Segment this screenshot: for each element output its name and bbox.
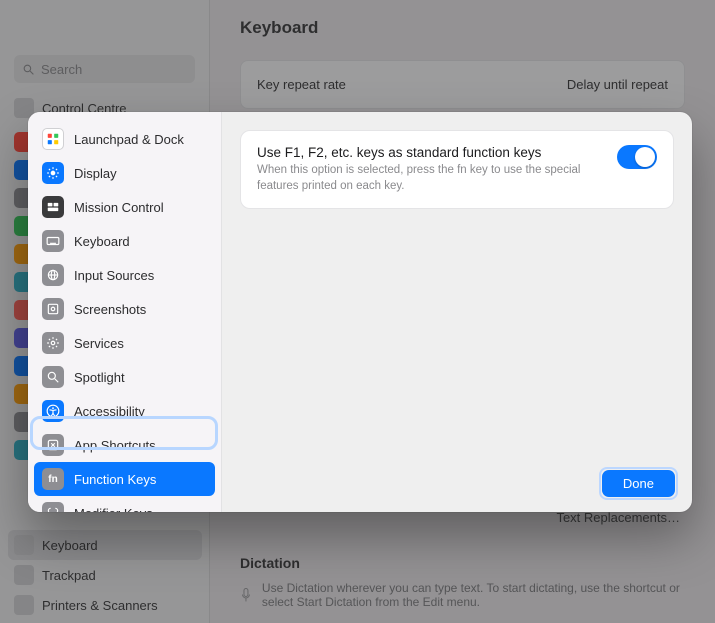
printer-icon [14, 595, 34, 615]
bg-text-replacements-button[interactable]: Text Replacements… [556, 510, 680, 525]
bg-sidebar-trackpad[interactable]: Trackpad [0, 560, 210, 590]
sidebar-item-app-shortcuts[interactable]: App Shortcuts [34, 428, 215, 462]
sidebar-item-label: Input Sources [74, 268, 154, 283]
sidebar-item-label: Keyboard [74, 234, 130, 249]
sidebar-item-keyboard[interactable]: Keyboard [34, 224, 215, 258]
sidebar-item-input-sources[interactable]: Input Sources [34, 258, 215, 292]
keyboard-icon [14, 535, 34, 555]
sidebar-item-services[interactable]: Services [34, 326, 215, 360]
bg-sidebar-keyboard[interactable]: Keyboard [8, 530, 202, 560]
bg-dictation-heading: Dictation [240, 555, 685, 571]
sidebar-item-label: Screenshots [74, 302, 146, 317]
shortcut-icon [42, 434, 64, 456]
sidebar-item-label: Services [74, 336, 124, 351]
grid-icon [42, 128, 64, 150]
bg-delay-label: Delay until repeat [567, 77, 668, 92]
mission-icon [42, 196, 64, 218]
sidebar-item-spotlight[interactable]: Spotlight [34, 360, 215, 394]
accessibility-icon [42, 400, 64, 422]
sidebar-item-modifier-keys[interactable]: Modifier Keys [34, 496, 215, 512]
modifier-icon [42, 502, 64, 512]
sheet-sidebar: Launchpad & Dock Display Mission Control Ke… [28, 112, 222, 512]
sidebar-item-display[interactable]: Display [34, 156, 215, 190]
sidebar-item-label: Function Keys [74, 472, 156, 487]
bg-repeat-card: Key repeat rate Delay until repeat [240, 60, 685, 109]
sun-icon [42, 162, 64, 184]
fn-keys-setting-row: Use F1, F2, etc. keys as standard functi… [240, 130, 674, 209]
bg-sidebar-label: Keyboard [42, 538, 98, 553]
fn-icon: fn [42, 468, 64, 490]
done-button[interactable]: Done [603, 471, 674, 496]
bg-page-title: Keyboard [240, 18, 685, 38]
keyboard-icon [42, 230, 64, 252]
sidebar-item-label: Display [74, 166, 117, 181]
search-icon [22, 63, 35, 76]
sidebar-item-mission-control[interactable]: Mission Control [34, 190, 215, 224]
bg-sidebar-label: Printers & Scanners [42, 598, 158, 613]
bg-sidebar-label: Trackpad [42, 568, 96, 583]
mic-icon [240, 584, 252, 606]
bg-dictation-body: Use Dictation wherever you can type text… [262, 581, 685, 609]
sheet-main: Use F1, F2, etc. keys as standard functi… [222, 112, 692, 512]
fn-keys-title: Use F1, F2, etc. keys as standard functi… [257, 145, 601, 160]
bg-sidebar-printers[interactable]: Printers & Scanners [0, 590, 210, 620]
trackpad-icon [14, 565, 34, 585]
globe-icon [42, 264, 64, 286]
sidebar-item-label: Spotlight [74, 370, 125, 385]
sidebar-item-label: Launchpad & Dock [74, 132, 184, 147]
sidebar-item-label: Mission Control [74, 200, 164, 215]
sidebar-item-screenshots[interactable]: Screenshots [34, 292, 215, 326]
function-keys-sheet: Launchpad & Dock Display Mission Control Ke… [28, 112, 692, 512]
sidebar-item-accessibility[interactable]: Accessibility [34, 394, 215, 428]
bg-search-field[interactable]: Search [14, 55, 195, 83]
sidebar-item-label: Modifier Keys [74, 506, 153, 513]
gear-icon [42, 332, 64, 354]
sidebar-item-label: Accessibility [74, 404, 145, 419]
sidebar-item-function-keys[interactable]: fn Function Keys [34, 462, 215, 496]
bg-dictation-section: Dictation Use Dictation wherever you can… [240, 555, 685, 609]
sidebar-item-label: App Shortcuts [74, 438, 156, 453]
screenshot-icon [42, 298, 64, 320]
toggle-knob [635, 147, 655, 167]
search-icon [42, 366, 64, 388]
bg-search-placeholder: Search [41, 62, 82, 77]
bg-key-repeat-label: Key repeat rate [257, 77, 346, 92]
fn-keys-desc: When this option is selected, press the … [257, 163, 601, 194]
fn-keys-toggle[interactable] [617, 145, 657, 169]
sidebar-item-launchpad-dock[interactable]: Launchpad & Dock [34, 122, 215, 156]
